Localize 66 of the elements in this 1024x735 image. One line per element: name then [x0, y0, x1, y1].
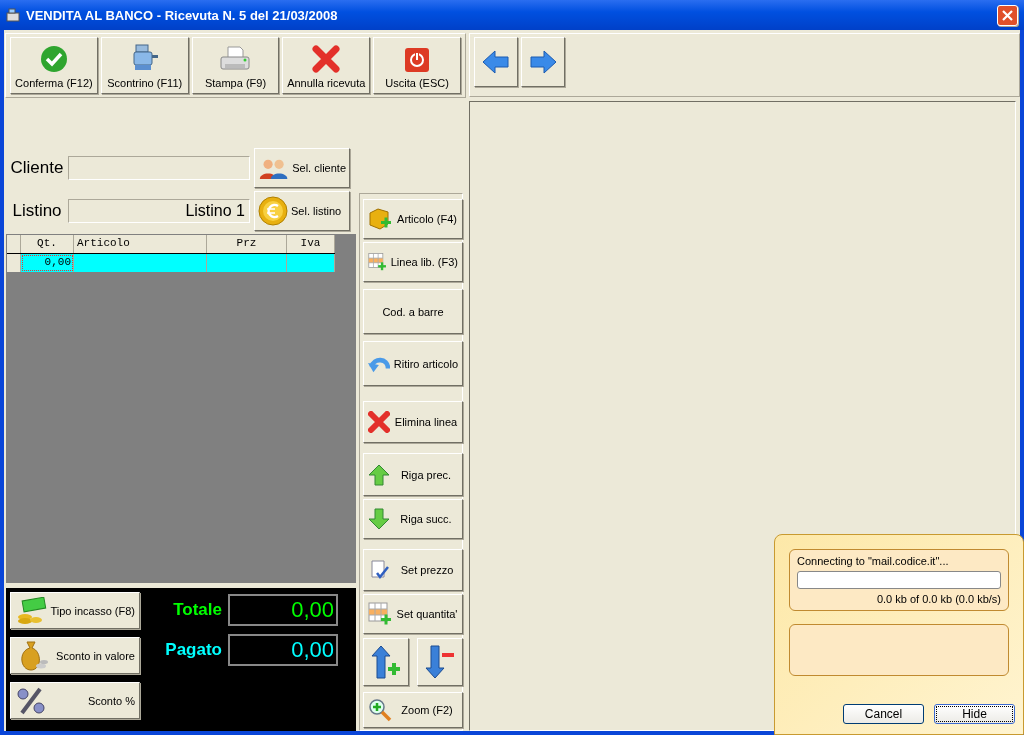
- column-header[interactable]: Articolo: [74, 235, 207, 253]
- select-price-list-button[interactable]: Sel. listino: [254, 191, 350, 231]
- toolbar-button[interactable]: Annulla ricevuta: [282, 37, 371, 94]
- side-button[interactable]: Riga succ.: [363, 499, 463, 539]
- grid-cell[interactable]: [74, 254, 207, 272]
- right-arrow-icon: [529, 50, 557, 74]
- grid-row[interactable]: 0,00: [7, 254, 335, 272]
- down-arrow-icon: [368, 508, 390, 530]
- total-label: Totale: [172, 600, 222, 620]
- total-label: Pagato: [164, 640, 222, 660]
- coin-icon: [258, 196, 288, 226]
- box-plus-icon: [368, 207, 392, 231]
- close-icon: [1001, 8, 1014, 22]
- cross-icon: [368, 411, 390, 433]
- decrease-button[interactable]: [417, 638, 463, 686]
- cross-icon: [312, 45, 341, 73]
- cliente-label: Cliente: [9, 158, 65, 178]
- toolbar-button[interactable]: Scontrino (F11): [100, 37, 189, 94]
- side-button[interactable]: Articolo (F4): [363, 199, 463, 239]
- forward-button[interactable]: [521, 37, 565, 87]
- down-arrow-minus-icon: [425, 645, 455, 679]
- connection-status: Connecting to "mail.codice.it"...: [797, 555, 950, 567]
- side-button[interactable]: Linea lib. (F3): [363, 242, 463, 282]
- select-customer-button[interactable]: Sel. cliente: [254, 148, 350, 188]
- popup-button[interactable]: Cancel: [843, 704, 924, 724]
- up-arrow-plus-icon: [371, 645, 401, 679]
- power-icon: [404, 47, 431, 73]
- close-button[interactable]: [997, 4, 1018, 26]
- side-button[interactable]: Riga prec.: [363, 453, 463, 496]
- column-header[interactable]: Iva: [287, 235, 335, 253]
- listino-field[interactable]: Listino 1: [68, 199, 250, 223]
- zoom-icon: [368, 698, 392, 722]
- window-title: VENDITA AL BANCO - Ricevuta N. 5 del 21/03/2008: [26, 7, 339, 23]
- popup-button[interactable]: Hide: [934, 704, 1015, 724]
- payment-button[interactable]: Sconto %: [10, 682, 140, 719]
- side-button[interactable]: Cod. a barre: [363, 289, 463, 334]
- back-button[interactable]: [474, 37, 518, 87]
- left-arrow-icon: [482, 50, 510, 74]
- zoom-button[interactable]: Zoom (F2): [363, 692, 463, 728]
- column-header[interactable]: Qt.: [21, 235, 74, 253]
- side-button[interactable]: Set prezzo: [363, 549, 463, 591]
- side-button[interactable]: Ritiro articolo: [363, 341, 463, 386]
- quantity-cell[interactable]: 0,00: [21, 254, 74, 272]
- table-plus-icon: [368, 602, 392, 626]
- printer-icon: [219, 45, 252, 73]
- toolbar-button[interactable]: Stampa (F9): [191, 37, 280, 94]
- grid-cell[interactable]: [207, 254, 287, 272]
- transfer-status: 0.0 kb of 0.0 kb (0.0 kb/s): [875, 593, 1001, 605]
- total-value: 0,00: [228, 594, 338, 626]
- cash-register-icon: [6, 8, 20, 22]
- increase-button[interactable]: [363, 638, 409, 686]
- side-button[interactable]: Set quantita': [363, 594, 463, 634]
- column-header[interactable]: Prz: [207, 235, 287, 253]
- side-button[interactable]: Elimina linea: [363, 401, 463, 443]
- money-icon: [15, 596, 49, 625]
- cliente-field[interactable]: [68, 156, 250, 180]
- toolbar-button[interactable]: Uscita (ESC): [373, 37, 461, 94]
- toolbar-button[interactable]: Conferma (F12): [10, 37, 98, 94]
- listino-label: Listino: [11, 201, 63, 221]
- checkmark-icon: [39, 45, 68, 73]
- payment-button[interactable]: Sconto in valore: [10, 637, 140, 674]
- total-value: 0,00: [228, 634, 338, 666]
- payment-button[interactable]: Tipo incasso (F8): [10, 592, 140, 629]
- grid-cell[interactable]: [287, 254, 335, 272]
- percent-icon: [15, 686, 47, 715]
- up-arrow-icon: [368, 463, 390, 486]
